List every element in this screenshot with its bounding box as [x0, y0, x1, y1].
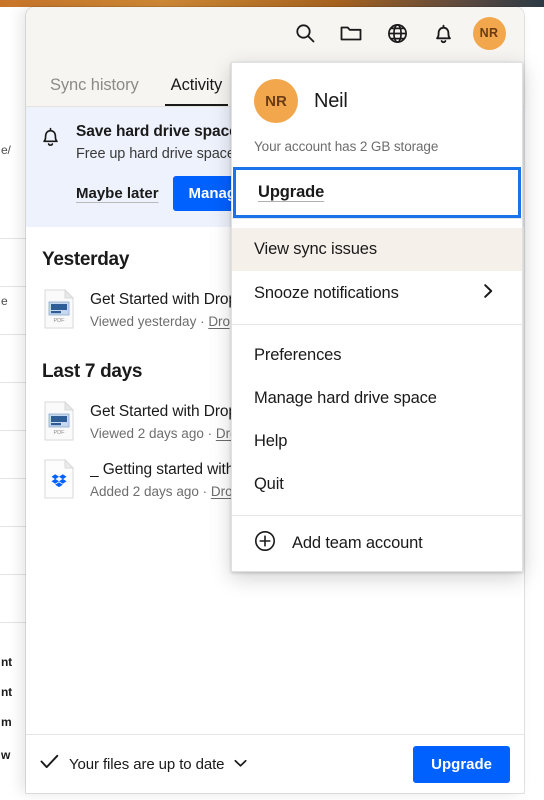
pdf-file-icon: PDF [42, 288, 76, 329]
svg-text:PDF: PDF [54, 318, 66, 324]
account-name: Neil [314, 89, 348, 112]
avatar[interactable]: NR [466, 10, 512, 56]
background-text: e/ [1, 143, 11, 157]
menu-item-manage-hard-drive-space[interactable]: Manage hard drive space [232, 377, 522, 420]
menu-upgrade-label: Upgrade [258, 183, 325, 201]
background-page [0, 0, 26, 800]
menu-item-label: Add team account [292, 534, 423, 552]
file-meta-prefix: Added 2 days ago · [90, 484, 211, 499]
tab-sync-history[interactable]: Sync history [34, 76, 155, 107]
bell-icon [40, 123, 64, 211]
maybe-later-link[interactable]: Maybe later [76, 185, 159, 202]
menu-item-preferences[interactable]: Preferences [232, 334, 522, 377]
app-toolbar: NR [26, 7, 524, 59]
menu-item-label: Quit [254, 475, 284, 493]
account-storage-text: Your account has 2 GB storage [254, 139, 439, 154]
menu-item-label: View sync issues [254, 240, 377, 258]
menu-group-sync: View sync issues Snooze notifications [232, 219, 522, 324]
background-text: e [1, 294, 8, 308]
search-icon[interactable] [282, 10, 328, 56]
menu-item-label: Help [254, 432, 288, 450]
file-meta-prefix: Viewed yesterday · [90, 314, 209, 329]
menu-group-general: Preferences Manage hard drive space Help… [232, 325, 522, 515]
sync-status[interactable]: Your files are up to date [40, 754, 247, 774]
menu-item-label: Snooze notifications [254, 283, 399, 302]
dropbox-file-icon [42, 458, 76, 499]
avatar: NR [254, 79, 298, 123]
account-user: NR Neil [254, 79, 500, 123]
account-menu: NR Neil Your account has 2 GB storage Up… [231, 62, 523, 572]
upgrade-button[interactable]: Upgrade [413, 745, 510, 783]
pdf-file-icon: PDF [42, 400, 76, 441]
menu-item-quit[interactable]: Quit [232, 463, 522, 506]
background-text: w [1, 748, 11, 762]
background-text: nt [1, 685, 12, 699]
svg-text:PDF: PDF [54, 430, 66, 436]
bell-icon[interactable] [420, 10, 466, 56]
screen: e/ e nt nt m w NR Sync history Activity … [0, 0, 544, 800]
chevron-right-icon [483, 283, 500, 303]
globe-icon[interactable] [374, 10, 420, 56]
menu-item-add-team-account[interactable]: Add team account [232, 516, 522, 571]
menu-item-snooze-notifications[interactable]: Snooze notifications [232, 271, 522, 315]
menu-item-help[interactable]: Help [232, 420, 522, 463]
menu-item-view-sync-issues[interactable]: View sync issues [232, 228, 522, 271]
desktop-top-strip [0, 0, 544, 7]
checkmark-icon [40, 754, 59, 774]
chevron-down-icon[interactable] [234, 755, 247, 773]
plus-circle-icon [254, 530, 276, 557]
account-menu-header: NR Neil Your account has 2 GB storage [232, 63, 522, 167]
folder-icon[interactable] [328, 10, 374, 56]
tab-activity[interactable]: Activity [155, 76, 238, 107]
background-text: m [1, 715, 12, 729]
status-text: Your files are up to date [69, 755, 225, 773]
menu-item-label: Manage hard drive space [254, 389, 437, 407]
background-text: nt [1, 655, 12, 669]
menu-item-label: Preferences [254, 346, 342, 364]
avatar-initials: NR [472, 16, 506, 50]
menu-upgrade-item[interactable]: Upgrade [233, 167, 521, 218]
status-bar: Your files are up to date Upgrade [26, 734, 524, 793]
file-meta-prefix: Viewed 2 days ago · [90, 426, 216, 441]
